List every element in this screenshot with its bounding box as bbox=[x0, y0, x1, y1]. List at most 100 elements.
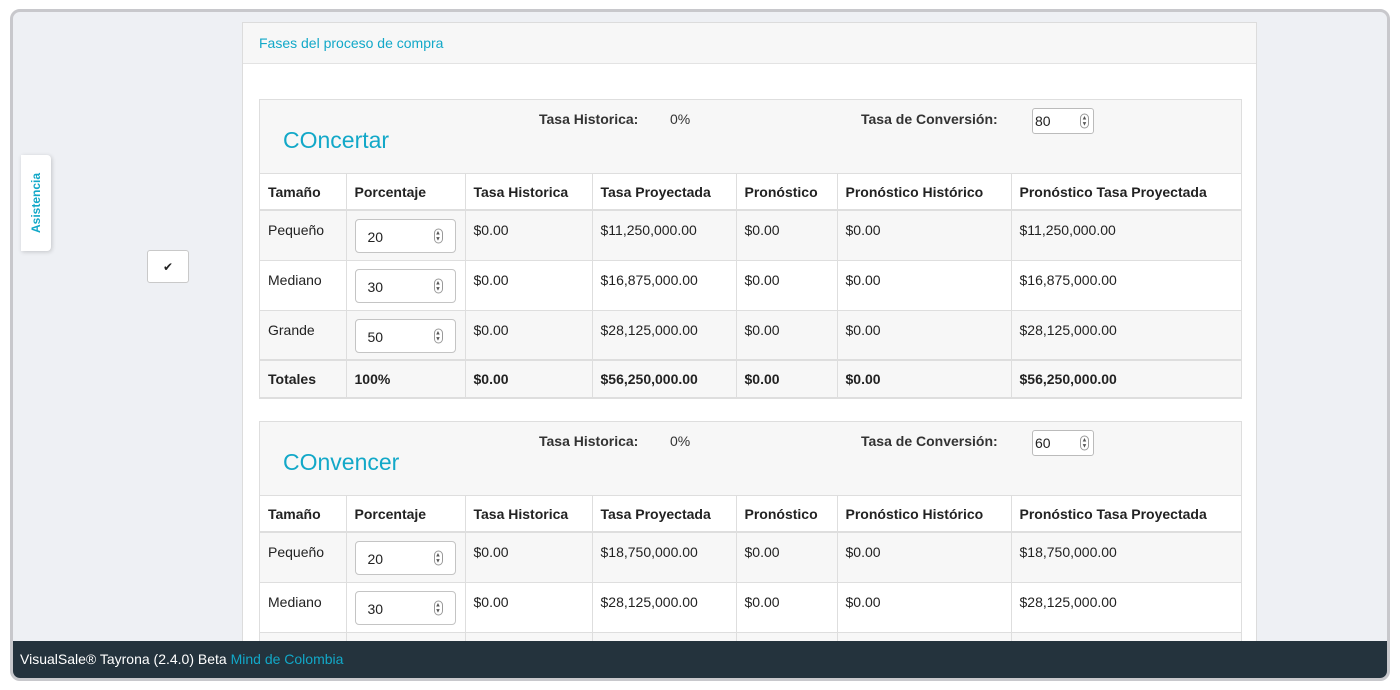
forecast-cell: $0.00 bbox=[735, 259, 838, 311]
historical-forecast-cell: $0.00 bbox=[836, 209, 1012, 261]
phase-table: Tamaño Porcentaje Tasa Historica Tasa Pr… bbox=[260, 496, 1241, 661]
projected-forecast-cell: $16,875,000.00 bbox=[1010, 259, 1241, 311]
total-forecast: $0.00 bbox=[735, 359, 838, 398]
phase-title: COnvencer bbox=[283, 449, 400, 475]
spinner-arrows-icon[interactable]: ▲ ▼ bbox=[1080, 113, 1089, 129]
conversion-rate-value: 60 bbox=[1035, 435, 1051, 451]
historical-rate-cell: $0.00 bbox=[464, 309, 593, 361]
historical-rate-value: 0% bbox=[670, 433, 691, 449]
percentage-input[interactable]: 30 ▲ ▼ bbox=[354, 590, 456, 625]
projected-forecast-cell: $11,250,000.00 bbox=[1010, 209, 1241, 261]
percentage-cell: 30 ▲ ▼ bbox=[345, 259, 466, 311]
phase-header: COncertar Tasa Historica: 0% Tasa de Con… bbox=[260, 100, 1241, 174]
total-projected-rate: $56,250,000.00 bbox=[591, 359, 737, 398]
column-header: Porcentaje bbox=[345, 496, 466, 533]
projected-rate-cell: $11,250,000.00 bbox=[591, 209, 737, 261]
column-header: Pronóstico Tasa Proyectada bbox=[1010, 496, 1241, 533]
forecast-cell: $0.00 bbox=[735, 309, 838, 361]
spinner-arrows-icon[interactable]: ▲ ▼ bbox=[433, 550, 443, 566]
column-header: Tasa Proyectada bbox=[591, 174, 737, 211]
projected-rate-cell: $28,125,000.00 bbox=[591, 309, 737, 361]
historical-rate-value: 0% bbox=[670, 111, 691, 127]
percentage-cell: 20 ▲ ▼ bbox=[345, 531, 466, 583]
table-row: Mediano 30 ▲ ▼ $0.00 $16,875,000.00 $0.00… bbox=[260, 259, 1241, 311]
phase-title: COncertar bbox=[283, 127, 390, 153]
help-tab-label: Asistencia bbox=[29, 172, 43, 234]
projected-forecast-cell: $28,125,000.00 bbox=[1010, 309, 1241, 361]
phase-header: COnvencer Tasa Historica: 0% Tasa de Con… bbox=[260, 422, 1241, 496]
historical-rate-label: Tasa Historica: bbox=[539, 111, 639, 127]
column-header: Porcentaje bbox=[345, 174, 466, 211]
percentage-input[interactable]: 30 ▲ ▼ bbox=[354, 268, 456, 303]
size-cell: Pequeño bbox=[260, 209, 347, 261]
spinner-arrows-icon[interactable]: ▲ ▼ bbox=[433, 278, 443, 293]
column-header: Pronóstico bbox=[735, 496, 838, 533]
historical-forecast-cell: $0.00 bbox=[836, 531, 1012, 583]
conversion-rate-input[interactable]: 60 ▲ ▼ bbox=[1032, 430, 1094, 456]
historical-rate-cell: $0.00 bbox=[464, 531, 593, 583]
projected-forecast-cell: $18,750,000.00 bbox=[1010, 531, 1241, 583]
percentage-cell: 30 ▲ ▼ bbox=[345, 581, 466, 633]
table-header-row: Tamaño Porcentaje Tasa Historica Tasa Pr… bbox=[260, 174, 1241, 211]
footer-brand-link[interactable]: Mind de Colombia bbox=[231, 651, 344, 667]
column-header: Pronóstico Histórico bbox=[836, 496, 1012, 533]
conversion-rate-input[interactable]: 80 ▲ ▼ bbox=[1032, 108, 1094, 134]
table-row: Grande 50 ▲ ▼ $0.00 $28,125,000.00 $0.00 … bbox=[260, 309, 1241, 361]
size-cell: Mediano bbox=[260, 581, 347, 633]
percentage-cell: 50 ▲ ▼ bbox=[345, 309, 466, 361]
percentage-value: 30 bbox=[367, 278, 384, 295]
totals-row: Totales 100% $0.00 $56,250,000.00 $0.00 … bbox=[260, 359, 1241, 398]
projected-rate-cell: $18,750,000.00 bbox=[591, 531, 737, 583]
projected-rate-cell: $16,875,000.00 bbox=[591, 259, 737, 311]
projected-forecast-cell: $28,125,000.00 bbox=[1010, 581, 1241, 633]
column-header: Pronóstico bbox=[735, 174, 838, 211]
confirm-button[interactable]: ✔ bbox=[147, 250, 189, 283]
column-header: Pronóstico Tasa Proyectada bbox=[1010, 174, 1241, 211]
table-row: Pequeño 20 ▲ ▼ $0.00 $11,250,000.00 $0.00… bbox=[260, 209, 1241, 261]
spinner-arrows-icon[interactable]: ▲ ▼ bbox=[433, 600, 443, 615]
spinner-arrows-icon[interactable]: ▲ ▼ bbox=[1080, 435, 1089, 451]
size-cell: Pequeño bbox=[260, 531, 347, 583]
size-cell: Mediano bbox=[260, 259, 347, 311]
phase-card: COncertar Tasa Historica: 0% Tasa de Con… bbox=[259, 99, 1242, 399]
projected-rate-cell: $28,125,000.00 bbox=[591, 581, 737, 633]
percentage-value: 20 bbox=[367, 551, 384, 567]
panel-title: Fases del proceso de compra bbox=[243, 23, 1256, 64]
conversion-rate-value: 80 bbox=[1035, 113, 1051, 129]
historical-rate-cell: $0.00 bbox=[464, 259, 593, 311]
phase-table: Tamaño Porcentaje Tasa Historica Tasa Pr… bbox=[260, 174, 1241, 398]
app-frame: Asistencia ✔ Fases del proceso de compra… bbox=[10, 9, 1390, 681]
spinner-arrows-icon[interactable]: ▲ ▼ bbox=[433, 328, 443, 343]
total-historical-forecast: $0.00 bbox=[836, 359, 1012, 398]
totals-label: Totales bbox=[260, 359, 347, 398]
percentage-value: 20 bbox=[367, 229, 384, 245]
column-header: Tasa Proyectada bbox=[591, 496, 737, 533]
historical-rate-label: Tasa Historica: bbox=[539, 433, 639, 449]
table-row: Pequeño 20 ▲ ▼ $0.00 $18,750,000.00 $0.00… bbox=[260, 531, 1241, 583]
forecast-cell: $0.00 bbox=[735, 531, 838, 583]
column-header: Tasa Historica bbox=[464, 174, 593, 211]
percentage-input[interactable]: 20 ▲ ▼ bbox=[354, 541, 456, 575]
purchase-phases-panel: Fases del proceso de compra COncertar Ta… bbox=[242, 22, 1257, 662]
column-header: Tamaño bbox=[260, 496, 347, 533]
historical-forecast-cell: $0.00 bbox=[836, 309, 1012, 361]
check-icon: ✔ bbox=[162, 259, 174, 274]
historical-forecast-cell: $0.00 bbox=[836, 581, 1012, 633]
historical-rate-cell: $0.00 bbox=[464, 581, 593, 633]
forecast-cell: $0.00 bbox=[735, 209, 838, 261]
percentage-input[interactable]: 20 ▲ ▼ bbox=[354, 219, 456, 253]
size-cell: Grande bbox=[260, 309, 347, 361]
table-row: Mediano 30 ▲ ▼ $0.00 $28,125,000.00 $0.00… bbox=[260, 581, 1241, 633]
spinner-arrows-icon[interactable]: ▲ ▼ bbox=[433, 228, 443, 244]
conversion-rate-label: Tasa de Conversión: bbox=[861, 111, 998, 127]
column-header: Tamaño bbox=[260, 174, 347, 211]
percentage-value: 50 bbox=[367, 328, 384, 345]
help-tab[interactable]: Asistencia bbox=[21, 155, 51, 251]
percentage-input[interactable]: 50 ▲ ▼ bbox=[354, 318, 456, 353]
phase-card: COnvencer Tasa Historica: 0% Tasa de Con… bbox=[259, 421, 1242, 661]
footer-text: VisualSale® Tayrona (2.4.0) Beta bbox=[20, 651, 227, 667]
historical-rate-cell: $0.00 bbox=[464, 209, 593, 261]
conversion-rate-label: Tasa de Conversión: bbox=[861, 433, 998, 449]
total-percentage: 100% bbox=[345, 359, 466, 398]
column-header: Tasa Historica bbox=[464, 496, 593, 533]
